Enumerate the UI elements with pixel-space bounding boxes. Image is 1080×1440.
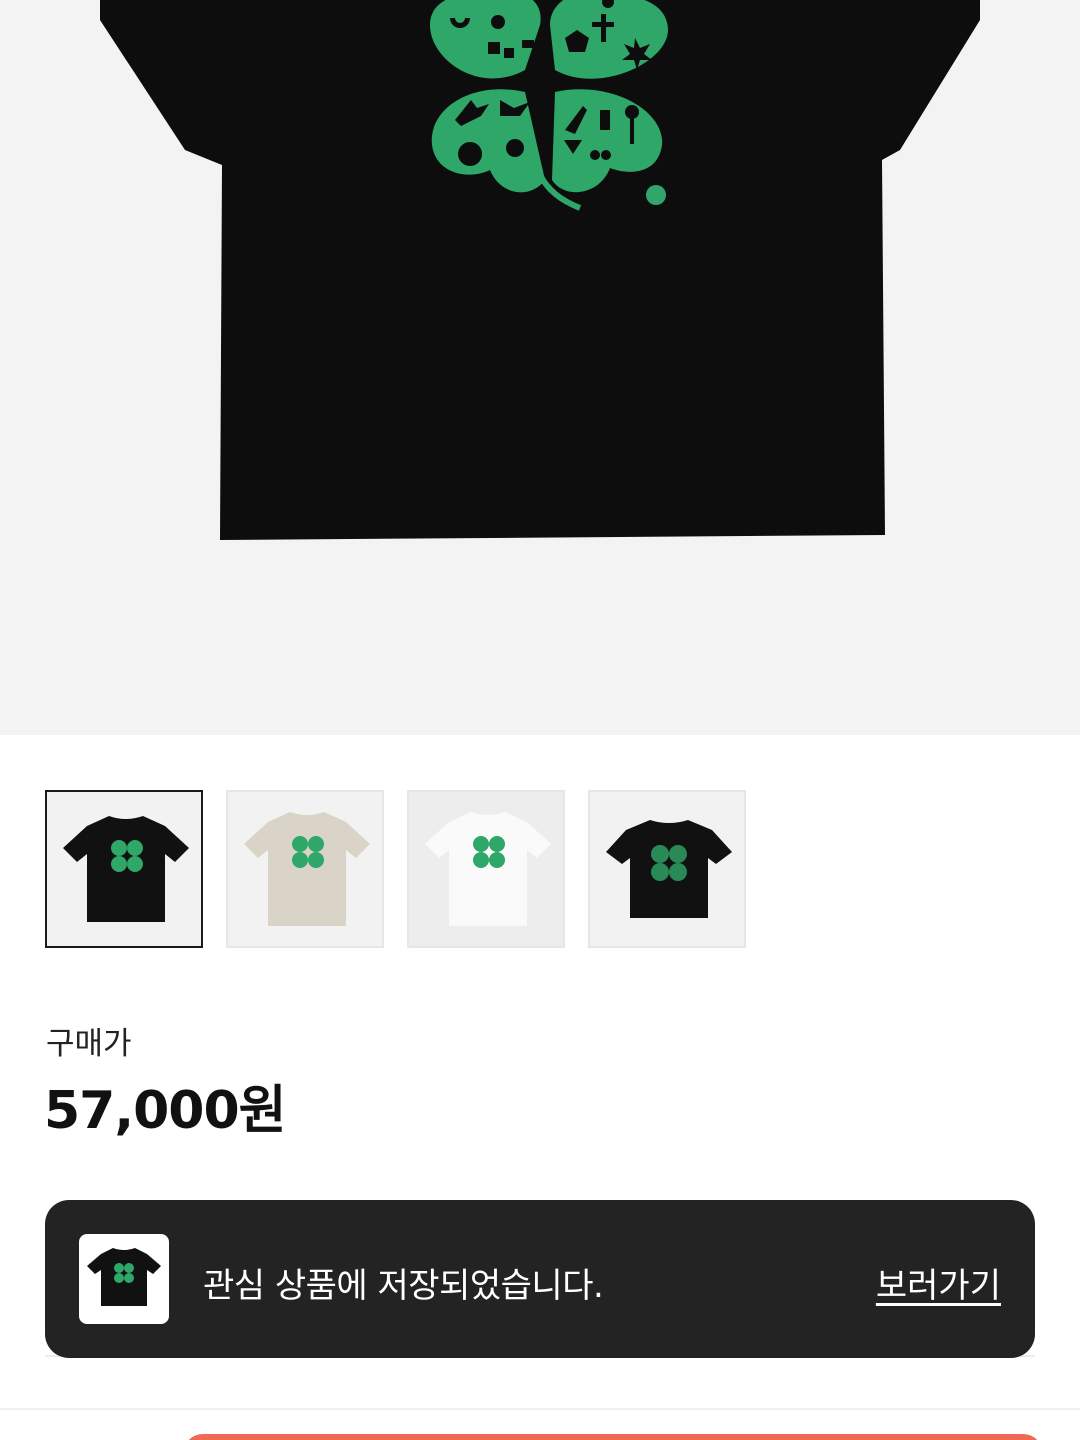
- price-value: 57,000원: [44, 1081, 287, 1141]
- logo-mark-icon: [646, 185, 666, 205]
- tshirt-icon: [409, 792, 563, 946]
- tshirt-illustration: 777: [100, 0, 980, 540]
- tshirt-icon: [63, 816, 189, 922]
- tshirt-icon: [606, 820, 732, 918]
- thumbnail-white-tee[interactable]: [407, 790, 565, 948]
- tshirt-icon: [87, 1248, 161, 1306]
- thumbnail-oatmeal-tee[interactable]: [226, 790, 384, 948]
- thumbnail-black-cropped-tee[interactable]: [588, 790, 746, 948]
- go-to-wishlist-link[interactable]: 보러가기: [876, 1258, 1001, 1307]
- saved-toast: 관심 상품에 저장되었습니다. 보러가기: [45, 1200, 1035, 1358]
- thumbnail-black-tee[interactable]: [45, 790, 203, 948]
- product-main-image[interactable]: 777: [0, 0, 1080, 735]
- toast-product-thumbnail: [79, 1234, 169, 1324]
- price-label: 구매가: [46, 1026, 132, 1062]
- print-number: 777: [520, 74, 547, 90]
- bottom-bar-divider: [0, 1408, 1080, 1410]
- buy-button[interactable]: [183, 1434, 1043, 1440]
- tshirt-icon: [244, 812, 370, 926]
- toast-message: 관심 상품에 저장되었습니다.: [203, 1266, 604, 1306]
